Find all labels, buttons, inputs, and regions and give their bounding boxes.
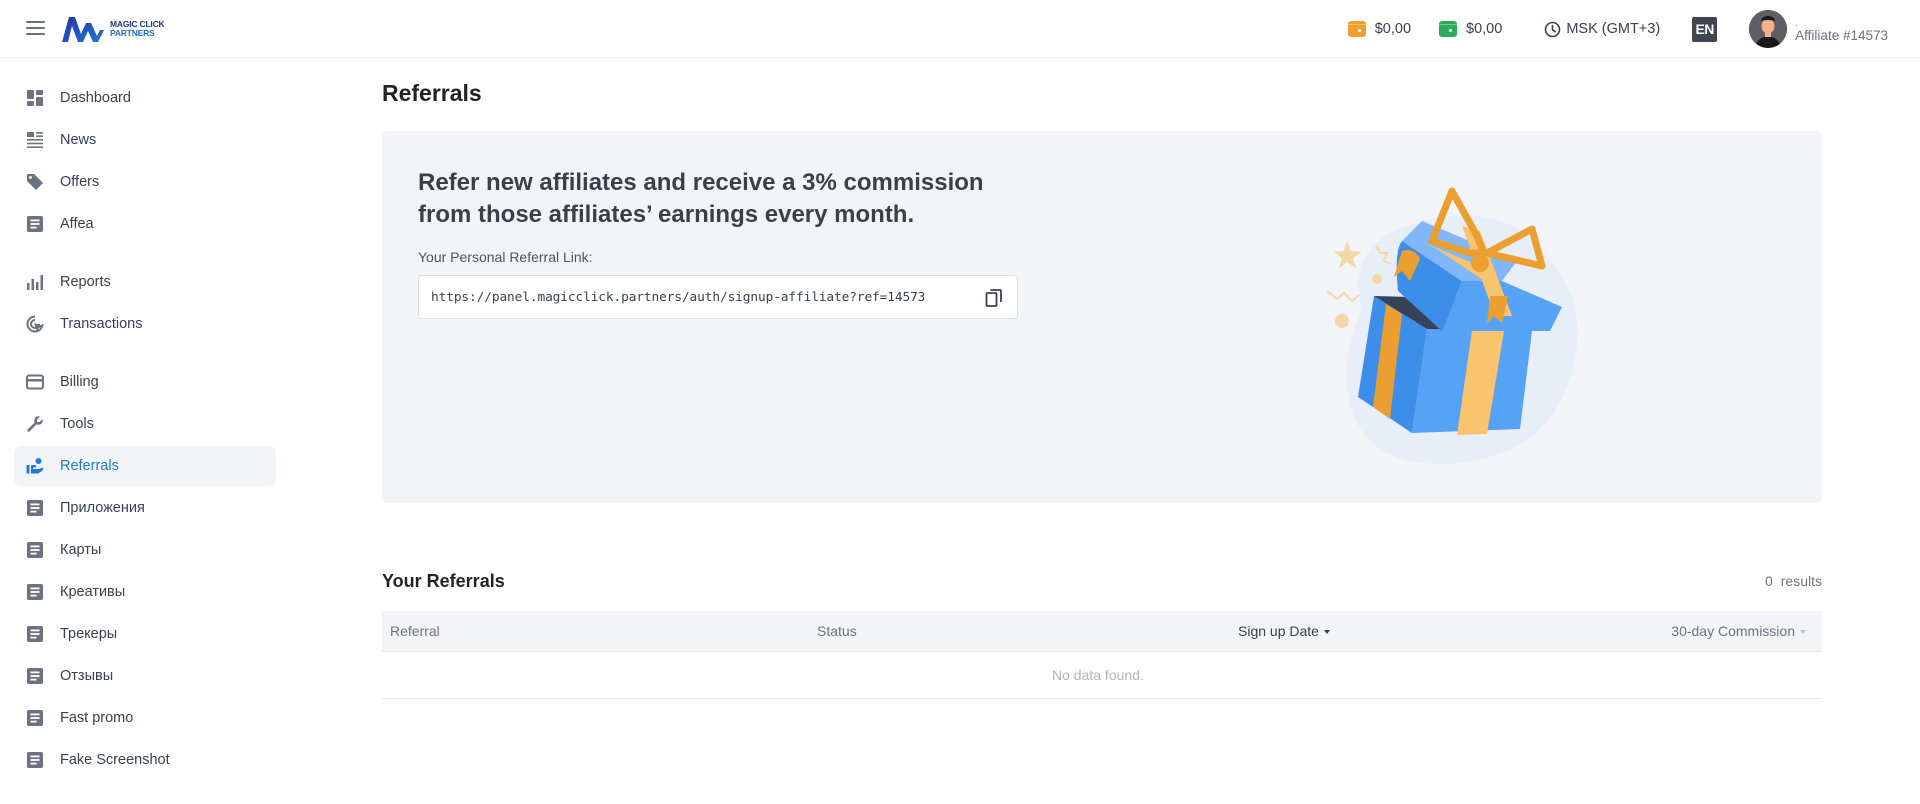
logo-mark-icon (62, 17, 104, 42)
sidebar-item-fast-promo[interactable]: Fast promo (14, 698, 276, 738)
table-empty-row: No data found. (382, 652, 1822, 699)
empty-message: No data found. (1052, 667, 1144, 683)
page-title: Referrals (382, 80, 482, 106)
timezone-label: MSK (GMT+3) (1566, 21, 1661, 37)
sidebar-item-label: Affea (60, 216, 94, 232)
sidebar: Dashboard News Offers Affea Reports Tran… (0, 58, 290, 804)
wrench-icon (27, 416, 43, 432)
sidebar-item-prilozheniya[interactable]: Приложения (14, 488, 276, 528)
sidebar-item-label: Tools (60, 416, 94, 432)
column-label: Sign up Date (1238, 623, 1319, 639)
sidebar-item-billing[interactable]: Billing (14, 362, 276, 402)
header-right: $0,00 $0,00 MSK (GMT+3) EN . Affiliate #… (1347, 0, 1920, 58)
sidebar-item-label: Fake Screenshot (60, 752, 170, 768)
sidebar-item-reports[interactable]: Reports (14, 262, 276, 302)
sort-desc-icon (1323, 630, 1330, 635)
wallet-icon (1347, 21, 1366, 37)
user-name: . (1795, 15, 1799, 29)
sidebar-item-trekery[interactable]: Трекеры (14, 614, 276, 654)
sidebar-item-label: Карты (60, 542, 102, 558)
sidebar-item-label: Dashboard (60, 90, 131, 106)
document-icon (27, 626, 43, 642)
sidebar-item-label: News (60, 132, 97, 148)
timezone-selector[interactable]: MSK (GMT+3) (1544, 21, 1660, 38)
sidebar-item-label: Offers (60, 174, 100, 190)
sidebar-item-news[interactable]: News (14, 120, 276, 160)
language-switcher[interactable]: EN (1692, 16, 1718, 42)
sidebar-item-label: Billing (60, 374, 99, 390)
balance-orange[interactable]: $0,00 (1347, 21, 1412, 37)
sidebar-item-karty[interactable]: Карты (14, 530, 276, 570)
results-label: results (1780, 573, 1822, 589)
document-icon (27, 500, 43, 516)
sidebar-item-offers[interactable]: Offers (14, 162, 276, 202)
results-count: 0 results (1765, 573, 1822, 589)
column-30-day-commission[interactable]: 30-day Commission (1671, 623, 1806, 639)
wallet-icon (1439, 21, 1458, 37)
sidebar-item-label: Fast promo (60, 710, 134, 726)
transactions-icon (26, 315, 44, 333)
logo-line2: PARTNERS (110, 28, 155, 38)
sidebar-item-transactions[interactable]: Transactions (14, 304, 276, 344)
user-info: . Affiliate #14573 (1795, 14, 1888, 44)
top-header: MAGIC CLICK PARTNERS $0,00 $0,00 MSK (GM… (0, 0, 1920, 58)
gift-box-illustration (1326, 187, 1578, 464)
logo-text: MAGIC CLICK PARTNERS (110, 20, 165, 38)
document-icon (27, 668, 43, 684)
promo-headline: Refer new affiliates and receive a 3% co… (418, 169, 984, 228)
user-avatar-icon (1749, 10, 1788, 48)
referral-promo-card: Refer new affiliates and receive a 3% co… (382, 131, 1822, 503)
sidebar-item-affea[interactable]: Affea (14, 204, 276, 244)
referrals-section-title: Your Referrals (382, 571, 505, 591)
copy-icon[interactable] (985, 288, 1003, 308)
balance-green[interactable]: $0,00 (1439, 21, 1502, 37)
referral-link-field[interactable]: https://panel.magicclick.partners/auth/s… (418, 275, 1018, 319)
document-icon (27, 710, 43, 726)
column-status: Status (817, 623, 857, 639)
sidebar-item-label: Referrals (60, 458, 119, 474)
results-number: 0 (1764, 573, 1773, 589)
affiliate-id: Affiliate #14573 (1795, 28, 1888, 43)
balance-amount: $0,00 (1374, 21, 1412, 37)
credit-card-icon (26, 374, 44, 390)
document-icon (27, 216, 43, 232)
document-icon (27, 584, 43, 600)
sidebar-item-dashboard[interactable]: Dashboard (14, 78, 276, 118)
balance-amount: $0,00 (1466, 21, 1503, 37)
news-icon (27, 132, 43, 148)
sidebar-item-kreativy[interactable]: Креативы (14, 572, 276, 612)
sidebar-item-label: Reports (60, 274, 111, 290)
user-menu[interactable]: . Affiliate #14573 (1749, 10, 1888, 48)
table-header: Referral Status Sign up Date 30-day Comm… (382, 611, 1822, 652)
referrals-icon (26, 458, 44, 474)
tag-icon (27, 174, 43, 190)
document-icon (27, 542, 43, 558)
sidebar-item-otzyvy[interactable]: Отзывы (14, 656, 276, 696)
referral-link-label: Your Personal Referral Link: (418, 249, 593, 265)
logo[interactable]: MAGIC CLICK PARTNERS (60, 13, 170, 45)
sort-icon (1800, 630, 1806, 635)
menu-toggle-icon[interactable] (26, 20, 46, 36)
sidebar-item-fake-screenshot[interactable]: Fake Screenshot (14, 740, 276, 780)
clock-icon (1545, 21, 1561, 37)
sidebar-item-tools[interactable]: Tools (14, 404, 276, 444)
sidebar-item-label: Отзывы (60, 668, 114, 684)
sidebar-item-referrals[interactable]: Referrals (14, 446, 276, 486)
referral-link-value[interactable]: https://panel.magicclick.partners/auth/s… (431, 290, 925, 305)
avatar (1749, 10, 1788, 48)
sidebar-item-label: Креативы (60, 584, 126, 600)
dashboard-icon (27, 90, 43, 106)
document-icon (27, 752, 43, 768)
referrals-table: Referral Status Sign up Date 30-day Comm… (382, 611, 1822, 699)
bar-chart-icon (27, 275, 43, 290)
sidebar-item-label: Трекеры (60, 626, 118, 642)
column-referral: Referral (390, 623, 440, 639)
sidebar-item-label: Приложения (60, 500, 145, 516)
sidebar-item-label: Transactions (60, 316, 143, 332)
column-label: 30-day Commission (1671, 623, 1795, 639)
column-sign-up-date[interactable]: Sign up Date (1238, 623, 1330, 639)
